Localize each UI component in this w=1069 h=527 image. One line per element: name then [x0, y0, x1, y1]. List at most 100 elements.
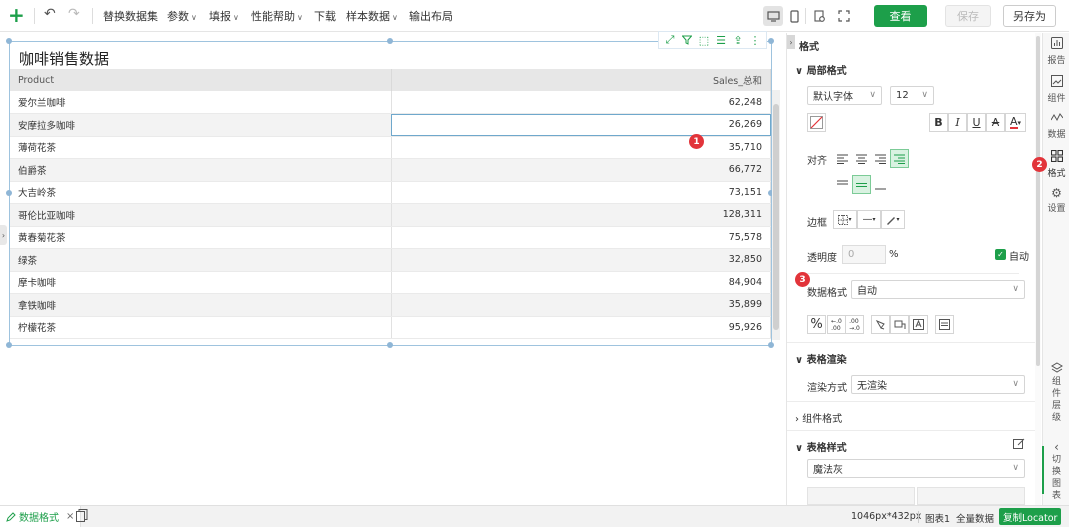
- section-table-style[interactable]: ∨ 表格样式: [795, 439, 847, 454]
- border-color-icon[interactable]: ▾: [881, 210, 905, 229]
- align-bottom-icon[interactable]: [871, 175, 890, 194]
- product-cell[interactable]: 哥伦比亚咖啡: [10, 203, 392, 227]
- copy-locator-button[interactable]: 复制Locator: [999, 508, 1062, 525]
- export-icon[interactable]: ⇪: [731, 33, 745, 47]
- align-middle-icon[interactable]: [852, 175, 871, 194]
- style-preview-swatch[interactable]: [917, 487, 1025, 505]
- underline-icon[interactable]: U: [967, 113, 986, 132]
- menu-replace-dataset[interactable]: 替换数据集: [103, 8, 158, 24]
- resize-handle[interactable]: [387, 38, 393, 44]
- product-cell[interactable]: 柠檬花茶: [10, 316, 392, 339]
- sales-cell[interactable]: 73,151: [391, 181, 771, 204]
- sales-cell[interactable]: 95,926: [391, 316, 771, 339]
- menu-performance-help[interactable]: 性能帮助 ∨: [251, 8, 303, 24]
- table-row[interactable]: 安摩拉多咖啡 26,269: [10, 113, 771, 137]
- increase-decimal-icon[interactable]: ←.0.00: [827, 315, 846, 334]
- menu-download[interactable]: 下载: [314, 8, 336, 24]
- tab-data-format[interactable]: 数据格式 ×: [0, 506, 82, 527]
- table-widget[interactable]: 咖啡销售数据 Product Sales_总和 爱尔兰咖啡 62,248 安摩拉多咖…: [9, 41, 772, 346]
- sales-cell[interactable]: 32,850: [391, 248, 771, 272]
- menu-output-layout[interactable]: 输出布局: [409, 8, 453, 24]
- mobile-view-icon[interactable]: [784, 6, 804, 26]
- auto-checkbox[interactable]: ✓: [995, 249, 1006, 260]
- undo-icon[interactable]: ↶: [44, 6, 56, 22]
- table-scrollbar-thumb[interactable]: [773, 104, 779, 330]
- edit-style-icon[interactable]: [1013, 438, 1025, 453]
- view-button[interactable]: 查看: [874, 5, 927, 27]
- resize-handle[interactable]: [387, 342, 393, 348]
- column-header-sales[interactable]: Sales_总和: [391, 69, 771, 91]
- table-row[interactable]: 拿铁咖啡 35,899: [10, 293, 771, 317]
- section-component-format[interactable]: › 组件格式: [795, 410, 842, 425]
- sales-cell[interactable]: 35,710: [391, 136, 771, 159]
- rail-item-switch-chart[interactable]: ‹ 切换图表: [1043, 441, 1069, 502]
- resize-handle[interactable]: [6, 38, 12, 44]
- table-row[interactable]: 薄荷花茶 35,710: [10, 136, 771, 159]
- product-cell[interactable]: 拿铁咖啡: [10, 293, 392, 317]
- table-style-select[interactable]: 魔法灰 ∨: [807, 459, 1025, 478]
- add-icon[interactable]: +: [8, 3, 25, 27]
- rail-item-layers[interactable]: 组件层级: [1043, 362, 1069, 424]
- product-cell[interactable]: 黄春菊花茶: [10, 226, 392, 249]
- resize-handle[interactable]: [6, 342, 12, 348]
- border-style-icon[interactable]: ▾: [833, 210, 857, 229]
- border-line-icon[interactable]: — ▾: [857, 210, 881, 229]
- fill-color-icon[interactable]: [807, 113, 826, 132]
- list-icon[interactable]: ☰: [714, 33, 728, 47]
- product-cell[interactable]: 大吉岭茶: [10, 181, 392, 204]
- product-cell[interactable]: 薄荷花茶: [10, 136, 392, 159]
- product-cell[interactable]: 摩卡咖啡: [10, 271, 392, 294]
- table-row[interactable]: 摩卡咖啡 84,904: [10, 271, 771, 294]
- panel-scrollbar-thumb[interactable]: [1036, 36, 1040, 366]
- desktop-view-icon[interactable]: [763, 6, 783, 26]
- resize-handle[interactable]: [6, 190, 12, 196]
- render-mode-select[interactable]: 无渲染 ∨: [851, 375, 1025, 394]
- table-row[interactable]: 绿茶 32,850: [10, 248, 771, 272]
- table-row[interactable]: 爱尔兰咖啡 62,248: [10, 91, 771, 114]
- strikethrough-icon[interactable]: A: [986, 113, 1005, 132]
- collapse-panel-icon[interactable]: ›: [787, 35, 795, 49]
- section-local-format[interactable]: ∨ 局部格式: [795, 62, 847, 77]
- decrease-decimal-icon[interactable]: .00 →.0: [845, 315, 864, 334]
- column-header-product[interactable]: Product: [10, 69, 392, 91]
- italic-icon[interactable]: I: [948, 113, 967, 132]
- style-preview-swatch[interactable]: [807, 487, 915, 505]
- clear-format-icon[interactable]: [871, 315, 890, 334]
- product-cell[interactable]: 爱尔兰咖啡: [10, 91, 392, 114]
- menu-sample-data[interactable]: 样本数据 ∨: [346, 8, 398, 24]
- fullscreen-icon[interactable]: [834, 6, 854, 26]
- bold-icon[interactable]: B: [929, 113, 948, 132]
- maximize-icon[interactable]: ⤢: [663, 33, 677, 47]
- align-top-icon[interactable]: [833, 175, 852, 194]
- rail-item-component[interactable]: 组件: [1043, 75, 1069, 104]
- menu-parameters[interactable]: 参数 ∨: [167, 8, 197, 24]
- font-family-select[interactable]: 默认字体 ∨: [807, 86, 882, 105]
- table-row[interactable]: 柠檬花茶 95,926: [10, 316, 771, 339]
- table-row[interactable]: 大吉岭茶 73,151: [10, 181, 771, 204]
- preview-page-icon[interactable]: [810, 6, 830, 26]
- percent-icon[interactable]: %: [807, 315, 826, 334]
- expand-left-icon[interactable]: ›: [0, 225, 7, 245]
- table-row[interactable]: 哥伦比亚咖啡 128,311: [10, 203, 771, 227]
- font-color-icon[interactable]: A ▾: [1005, 113, 1026, 132]
- align-auto-icon[interactable]: [890, 149, 909, 168]
- align-left-icon[interactable]: [833, 149, 852, 168]
- close-icon[interactable]: ×: [66, 511, 74, 522]
- full-data-toggle[interactable]: 全量数据: [956, 511, 994, 525]
- cell-format-icon[interactable]: [935, 315, 954, 334]
- menu-fill-report[interactable]: 填报 ∨: [209, 8, 239, 24]
- resize-handle[interactable]: [768, 38, 774, 44]
- sales-cell[interactable]: 75,578: [391, 226, 771, 249]
- table-row[interactable]: 黄春菊花茶 75,578: [10, 226, 771, 249]
- align-center-icon[interactable]: [852, 149, 871, 168]
- select-icon[interactable]: ⬚: [697, 33, 711, 47]
- sales-cell[interactable]: 35,899: [391, 293, 771, 317]
- filter-icon[interactable]: [680, 33, 694, 47]
- rail-item-data[interactable]: 数据: [1043, 112, 1069, 140]
- resize-handle[interactable]: [768, 342, 774, 348]
- opacity-input[interactable]: 0: [842, 245, 886, 264]
- save-button[interactable]: 保存: [945, 5, 991, 27]
- text-format-icon[interactable]: [909, 315, 928, 334]
- more-icon[interactable]: ⋮: [748, 33, 762, 47]
- product-cell[interactable]: 伯爵茶: [10, 158, 392, 182]
